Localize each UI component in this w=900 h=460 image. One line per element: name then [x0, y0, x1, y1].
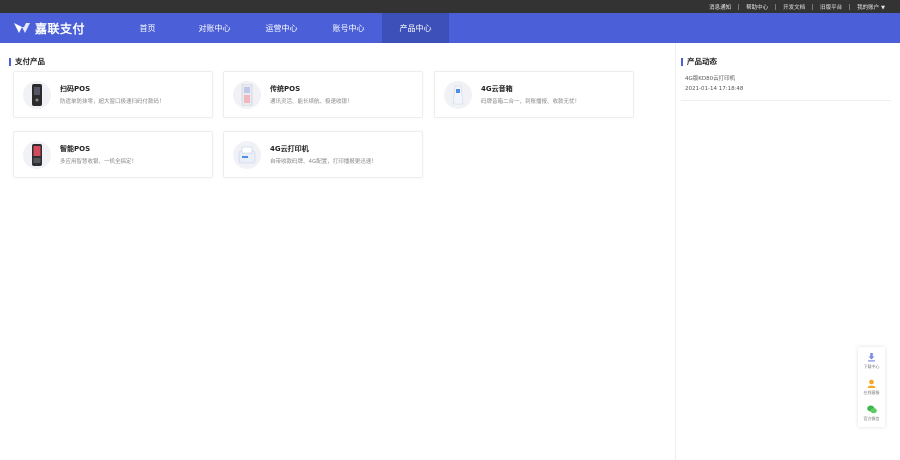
product-title: 扫码POS [60, 85, 91, 93]
customer-service-button[interactable]: 在线客服 [858, 374, 885, 400]
cloud-speaker-device-icon [444, 81, 472, 109]
product-desc: 码牌音箱二合一，到账播报、收款无忧！ [481, 99, 581, 105]
top-links: 消息通知 帮助中心 开发文档 旧版平台 我的账户 ▼ [702, 0, 892, 13]
top-link-help[interactable]: 帮助中心 [739, 3, 775, 11]
product-card-cloud-printer[interactable]: 4G云打印机 自带收款码牌、4G配置，打印播报更迅速！ [223, 131, 423, 178]
nav-items: 首页 对账中心 运营中心 账号中心 产品中心 [114, 13, 449, 43]
product-title: 4G云打印机 [270, 145, 309, 153]
product-desc: 通讯灵活、能长续航、极速收银！ [270, 99, 353, 105]
nav-item-reconciliation[interactable]: 对账中心 [181, 13, 248, 43]
top-bar: 消息通知 帮助中心 开发文档 旧版平台 我的账户 ▼ [0, 0, 900, 13]
top-link-notifications[interactable]: 消息通知 [702, 3, 738, 11]
news-section-title: 产品动态 [681, 56, 717, 67]
nav-item-operations[interactable]: 运营中心 [248, 13, 315, 43]
official-wechat-button[interactable]: 官方微信 [858, 400, 885, 426]
section-accent-bar [681, 57, 683, 66]
nav-item-home[interactable]: 首页 [114, 13, 181, 43]
brand-name: 嘉联支付 [35, 21, 86, 36]
scan-pos-device-icon [23, 81, 51, 109]
product-card-smart-pos[interactable]: 智能POS 多应用智慧收银、一机全搞定！ [13, 131, 213, 178]
products-section-title-text: 支付产品 [15, 57, 45, 66]
brand-mark-icon [14, 23, 30, 33]
customer-service-label: 在线客服 [863, 389, 880, 395]
top-link-account-label: 我的账户 [857, 4, 880, 11]
download-icon [868, 352, 875, 361]
wechat-icon [866, 405, 877, 413]
product-title: 传统POS [270, 85, 301, 93]
top-link-docs[interactable]: 开发文档 [776, 3, 812, 11]
caret-down-icon: ▼ [881, 4, 885, 11]
product-card-cloud-speaker[interactable]: 4G云音箱 码牌音箱二合一，到账播报、收款无忧！ [434, 71, 634, 118]
smart-pos-device-icon [23, 141, 51, 169]
traditional-pos-device-icon [233, 81, 261, 109]
customer-service-icon [867, 379, 876, 388]
main-content: 支付产品 扫码POS 防遗单防抹零，超大窗口极速扫码付款码！ 传统POS 通讯灵… [0, 43, 675, 460]
brand-logo[interactable]: 嘉联支付 [13, 19, 85, 37]
news-item-title[interactable]: 4G版KD80云打印机 [685, 74, 735, 82]
cloud-printer-device-icon [233, 141, 261, 169]
top-link-legacy[interactable]: 旧版平台 [813, 3, 849, 11]
product-desc: 防遗单防抹零，超大窗口极速扫码付款码！ [60, 99, 165, 105]
top-link-account[interactable]: 我的账户 ▼ [850, 3, 892, 11]
product-desc: 多应用智慧收银、一机全搞定！ [60, 159, 138, 165]
nav-item-products[interactable]: 产品中心 [382, 13, 449, 43]
product-card-traditional-pos[interactable]: 传统POS 通讯灵活、能长续航、极速收银！ [223, 71, 423, 118]
products-section-title: 支付产品 [9, 56, 45, 67]
product-card-scan-pos[interactable]: 扫码POS 防遗单防抹零，超大窗口极速扫码付款码！ [13, 71, 213, 118]
floating-quick-panel: 下载中心 在线客服 官方微信 [858, 347, 885, 427]
main-nav: 嘉联支付 首页 对账中心 运营中心 账号中心 产品中心 [0, 13, 900, 43]
official-wechat-label: 官方微信 [863, 415, 880, 421]
nav-item-account[interactable]: 账号中心 [315, 13, 382, 43]
product-title: 智能POS [60, 145, 91, 153]
product-title: 4G云音箱 [481, 85, 513, 93]
news-item-date: 2021-01-14 17:18:48 [685, 86, 744, 92]
news-section-title-text: 产品动态 [687, 57, 717, 66]
product-desc: 自带收款码牌、4G配置，打印播报更迅速！ [270, 159, 377, 165]
download-center-button[interactable]: 下载中心 [858, 348, 885, 374]
download-center-label: 下载中心 [863, 363, 880, 369]
news-divider [681, 100, 891, 101]
section-accent-bar [9, 57, 11, 66]
